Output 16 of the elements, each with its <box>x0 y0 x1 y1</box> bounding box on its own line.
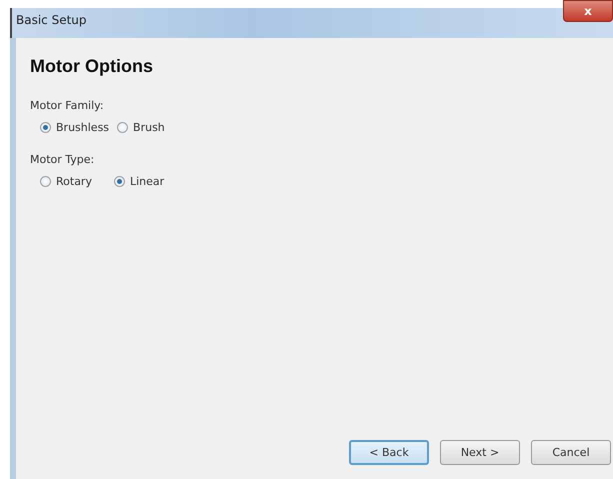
radio-label[interactable]: Brushless <box>56 121 110 134</box>
radio-label[interactable]: Linear <box>130 175 164 188</box>
radio-button[interactable] <box>40 122 51 133</box>
window-title: Basic Setup <box>15 12 87 27</box>
group-label: Motor Family: <box>30 99 105 112</box>
page-title: Motor Options <box>30 56 154 77</box>
dialog-button[interactable]: Cancel <box>531 440 611 465</box>
radio-label[interactable]: Rotary <box>56 175 92 188</box>
dialog-button[interactable]: < Back <box>349 440 429 465</box>
group-label: Motor Type: <box>30 153 96 166</box>
radio-label[interactable]: Brush <box>133 121 165 134</box>
dialog-button[interactable]: Next > <box>440 440 520 465</box>
radio-button[interactable] <box>40 176 51 187</box>
radio-button[interactable] <box>114 176 125 187</box>
close-button[interactable]: x <box>563 0 613 22</box>
radio-button[interactable] <box>117 122 128 133</box>
